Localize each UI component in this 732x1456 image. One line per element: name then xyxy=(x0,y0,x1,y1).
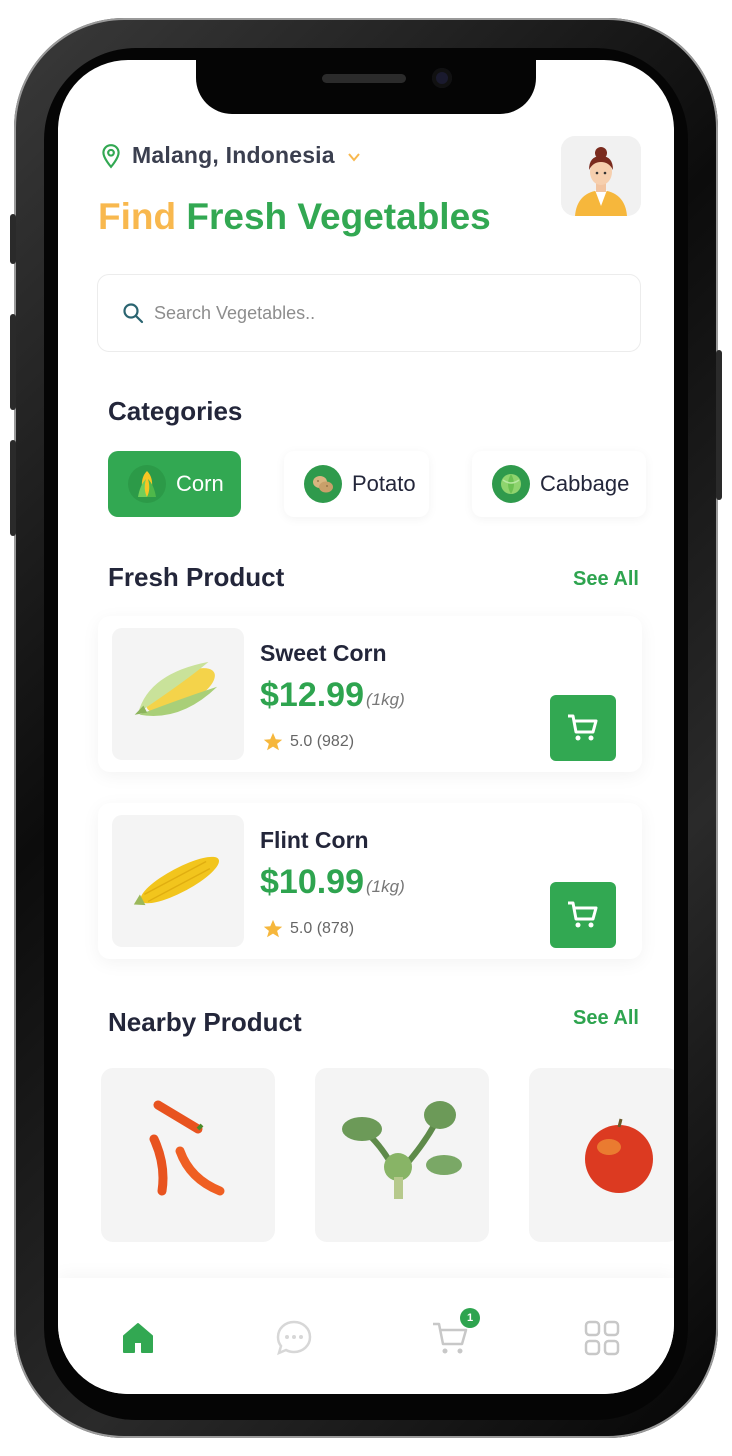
home-icon xyxy=(123,1323,153,1353)
nearby-product-tomato[interactable] xyxy=(529,1068,674,1242)
product-unit: (1kg) xyxy=(366,690,405,709)
cart-icon xyxy=(568,714,598,741)
category-potato[interactable]: Potato xyxy=(284,451,429,517)
rating-text: 5.0 (878) xyxy=(290,920,355,937)
page-title: Find Fresh Vegetables xyxy=(98,196,491,238)
chili-image xyxy=(149,1100,225,1196)
product-name: Flint Corn xyxy=(260,827,369,853)
search-bar[interactable] xyxy=(97,274,641,352)
product-unit: (1kg) xyxy=(366,877,405,896)
category-corn[interactable]: Corn xyxy=(108,451,241,517)
bottom-tab-bar: 1 xyxy=(58,1278,674,1394)
volume-down-button xyxy=(10,440,16,536)
product-image-flint-corn xyxy=(112,815,244,947)
app-screen: Malang, Indonesia Find Fresh Vegetables xyxy=(58,60,674,1394)
chevron-down-icon xyxy=(347,152,360,162)
product-image-sweet-corn xyxy=(112,628,244,760)
product-name: Sweet Corn xyxy=(260,640,387,666)
nearby-product-broccoli[interactable] xyxy=(315,1068,489,1242)
cabbage-icon xyxy=(492,465,530,503)
tab-chat[interactable] xyxy=(274,1318,314,1358)
corn-icon xyxy=(128,465,166,503)
product-price: $12.99 xyxy=(260,676,364,714)
chat-icon xyxy=(276,1320,312,1356)
location-text: Malang, Indonesia xyxy=(132,142,335,168)
search-input[interactable] xyxy=(154,302,534,324)
rating-text: 5.0 (982) xyxy=(290,733,355,750)
category-cabbage[interactable]: Cabbage xyxy=(472,451,646,517)
cart-icon xyxy=(568,901,598,928)
headline-fresh-vegetables: Fresh Vegetables xyxy=(186,196,491,237)
sweet-corn-image xyxy=(134,661,218,716)
nearby-product-title: Nearby Product xyxy=(108,1007,302,1037)
search-icon xyxy=(123,303,144,324)
nearby-see-all-link[interactable]: See All xyxy=(573,1007,639,1030)
grid-menu-icon xyxy=(584,1320,620,1356)
power-button xyxy=(716,350,722,500)
category-label-potato: Potato xyxy=(352,471,416,496)
user-avatar-icon xyxy=(561,136,641,216)
nearby-product-chili[interactable] xyxy=(101,1068,275,1242)
potato-icon xyxy=(304,465,342,503)
tomato-image xyxy=(585,1118,653,1193)
tab-home[interactable] xyxy=(118,1318,158,1358)
tab-menu[interactable] xyxy=(582,1318,622,1358)
avatar[interactable] xyxy=(561,136,641,216)
cart-badge: 1 xyxy=(460,1308,480,1328)
category-label-corn: Corn xyxy=(176,471,224,496)
category-label-cabbage: Cabbage xyxy=(540,471,630,496)
volume-up-button xyxy=(10,314,16,410)
product-rating: 5.0 (878) xyxy=(262,918,354,940)
tab-cart[interactable]: 1 xyxy=(430,1308,480,1358)
product-card-sweet-corn[interactable]: Sweet Corn $12.99 (1kg) 5.0 (982) xyxy=(98,616,642,772)
product-price: $10.99 xyxy=(260,863,364,901)
star-icon xyxy=(263,919,283,938)
star-icon xyxy=(263,732,283,751)
fresh-see-all-link[interactable]: See All xyxy=(573,568,639,591)
mute-switch xyxy=(10,214,16,264)
product-card-flint-corn[interactable]: Flint Corn $10.99 (1kg) 5.0 (878) xyxy=(98,803,642,959)
location-pin-icon xyxy=(102,143,120,168)
fresh-product-title: Fresh Product xyxy=(108,562,285,592)
categories-title: Categories xyxy=(108,396,243,426)
headline-find: Find xyxy=(98,196,177,237)
speaker xyxy=(322,74,406,83)
broccoli-image xyxy=(342,1101,462,1199)
add-to-cart-button[interactable] xyxy=(550,695,616,761)
product-rating: 5.0 (982) xyxy=(262,731,354,753)
notch xyxy=(196,60,536,114)
location-selector[interactable]: Malang, Indonesia xyxy=(98,142,361,169)
add-to-cart-button[interactable] xyxy=(550,882,616,948)
front-camera xyxy=(432,68,452,88)
flint-corn-image xyxy=(133,856,220,906)
